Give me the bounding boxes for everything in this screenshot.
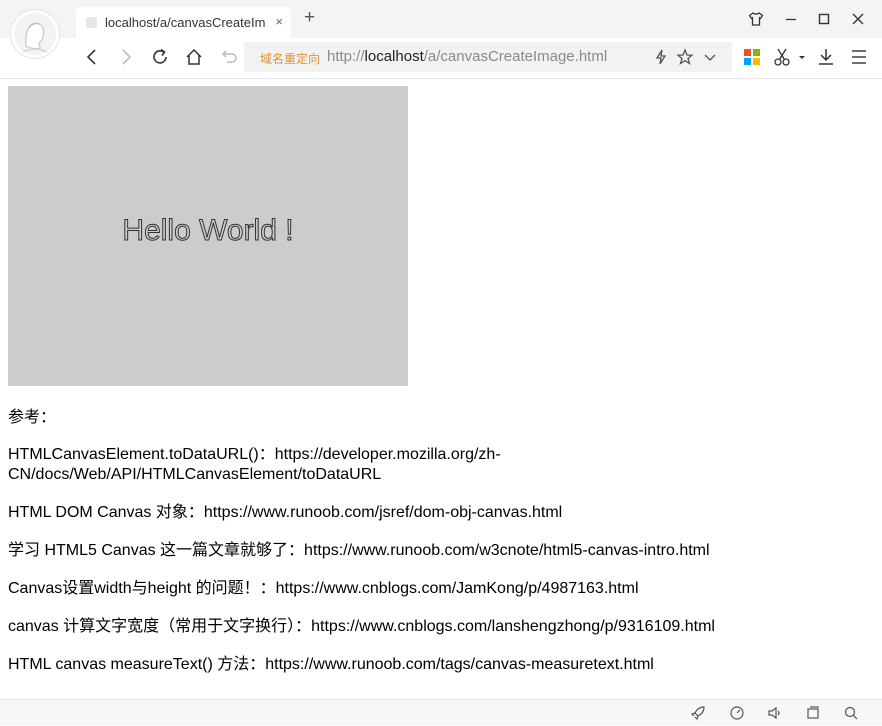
address-bar[interactable]: 域名重定向 http://localhost/a/canvasCreateIma… [244, 42, 732, 72]
menu-icon[interactable] [849, 47, 869, 67]
reference-item: HTML canvas measureText() 方法：https://www… [8, 656, 654, 673]
user-avatar[interactable] [10, 9, 60, 59]
undo-close-icon[interactable] [218, 47, 238, 67]
browser-tab[interactable]: localhost/a/canvasCreateIm × [76, 7, 291, 38]
speaker-icon[interactable] [767, 705, 783, 721]
zoom-icon[interactable] [843, 705, 859, 721]
redirect-label: 域名重定向 [260, 52, 321, 66]
scissors-icon[interactable] [772, 47, 792, 67]
lightning-icon[interactable] [652, 48, 670, 66]
caret-down-icon[interactable] [796, 47, 808, 67]
speedometer-icon[interactable] [729, 705, 745, 721]
url-path: /a/canvasCreateImage.html [423, 48, 608, 65]
close-tab-icon[interactable]: × [275, 14, 283, 29]
references-heading: 参考： [8, 409, 57, 426]
refresh-icon[interactable] [150, 47, 170, 67]
reference-item: HTML DOM Canvas 对象：https://www.runoob.co… [8, 504, 563, 521]
new-tab-button[interactable]: + [304, 8, 315, 28]
browser-statusbar [0, 699, 882, 725]
url-prefix: http:// [327, 48, 365, 65]
reference-item: canvas 计算文字宽度（常用于文字换行）：https://www.cnblo… [8, 618, 715, 635]
forward-icon[interactable] [116, 47, 136, 67]
browser-titlebar: localhost/a/canvasCreateIm × + [0, 0, 882, 38]
references-section: 参考： HTMLCanvasElement.toDataURL()：https:… [8, 408, 868, 693]
page-icon [86, 17, 97, 28]
close-window-icon[interactable] [850, 11, 866, 27]
canvas-image: Hello World ! [8, 86, 408, 386]
back-icon[interactable] [82, 47, 102, 67]
reference-item: 学习 HTML5 Canvas 这一篇文章就够了：https://www.run… [8, 542, 710, 559]
canvas-hello-text: Hello World ! [122, 214, 293, 247]
minimize-icon[interactable] [783, 11, 799, 27]
reference-item: Canvas设置width与height 的问题！：https://www.cn… [8, 580, 639, 597]
chevron-down-icon[interactable] [701, 48, 719, 66]
apps-grid-icon[interactable] [742, 47, 762, 67]
star-icon[interactable] [676, 48, 694, 66]
rocket-icon[interactable] [690, 705, 706, 721]
shirt-skin-icon[interactable] [748, 11, 764, 27]
url-text[interactable]: http://localhost/a/canvasCreateImage.htm… [327, 48, 607, 65]
browser-toolbar: 域名重定向 http://localhost/a/canvasCreateIma… [0, 38, 882, 79]
home-icon[interactable] [184, 47, 204, 67]
maximize-icon[interactable] [816, 11, 832, 27]
download-icon[interactable] [816, 47, 836, 67]
reference-item: HTMLCanvasElement.toDataURL()：https://de… [8, 446, 501, 483]
url-host: localhost [364, 48, 424, 65]
tab-title: localhost/a/canvasCreateIm [105, 15, 265, 30]
window-icon[interactable] [805, 705, 821, 721]
